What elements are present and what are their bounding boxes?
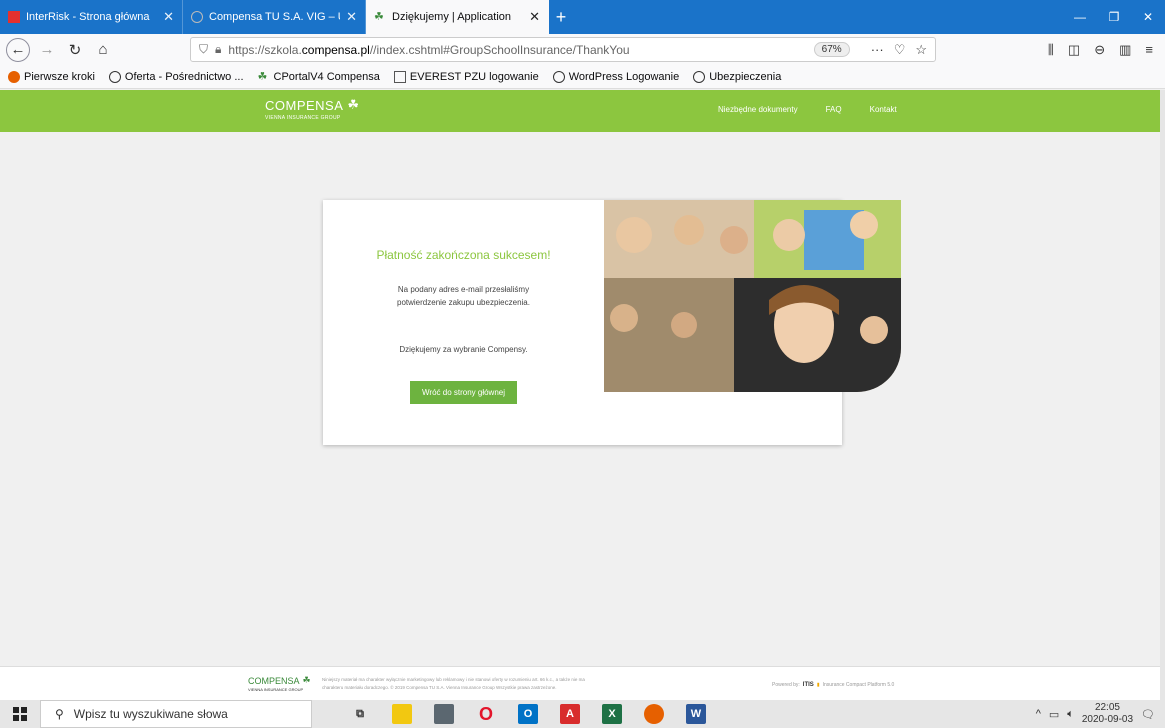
itis-logo-icon: ▮ [816, 682, 820, 688]
site-header: COMPENSA ☘ VIENNA INSURANCE GROUP Niezbęd… [0, 90, 1160, 132]
opera-icon[interactable]: O [476, 704, 496, 724]
bookmark-oferta[interactable]: Oferta - Pośrednictwo ... [108, 70, 244, 83]
powered-by: Powered by: ITIS ▮ Insurance Compact Pla… [772, 682, 895, 688]
windows-icon [13, 707, 27, 721]
back-button[interactable]: ← [6, 37, 30, 62]
nav-contact-link[interactable]: Kontakt [870, 105, 897, 114]
compensa-logo[interactable]: COMPENSA ☘ VIENNA INSURANCE GROUP [265, 97, 360, 121]
pocket-icon[interactable]: ♡ [894, 42, 906, 58]
taskbar-apps: ⧉ O O A X W [350, 704, 706, 724]
chevron-up-icon[interactable]: ^ [1036, 708, 1041, 720]
more-actions-icon[interactable]: ··· [871, 42, 884, 58]
nav-faq-link[interactable]: FAQ [826, 105, 842, 114]
compensa-favicon-icon: ☘ [374, 11, 384, 23]
compensa-leaf-icon: ☘ [302, 675, 311, 685]
thank-you-card: Płatność zakończona sukcesem! Na podany … [323, 200, 901, 445]
header-nav: Niezbędne dokumenty FAQ Kontakt [718, 105, 897, 114]
account-icon[interactable]: ⊖ [1094, 42, 1105, 58]
excel-icon[interactable]: X [602, 704, 622, 724]
tab-interrisk[interactable]: InterRisk - Strona główna ✕ [0, 0, 183, 34]
menu-icon[interactable]: ≡ [1145, 42, 1153, 58]
close-tab-icon[interactable]: ✕ [529, 9, 540, 25]
system-tray: ^ ▭ 🔈︎ 22:05 2020-09-03 🗨︎ [1036, 702, 1165, 726]
word-icon[interactable]: W [686, 704, 706, 724]
main-content: Płatność zakończona sukcesem! Na podany … [0, 132, 1160, 666]
firefox-icon [8, 70, 20, 83]
maximize-icon[interactable]: ❐ [1097, 0, 1131, 34]
minimize-icon[interactable]: — [1063, 0, 1097, 34]
nav-bar: ← → ↻ ⌂ ⛉ 🔒︎ https://szkola.compensa.pl/… [0, 34, 1165, 65]
back-to-home-button[interactable]: Wróć do strony głównej [410, 381, 517, 404]
bookmark-wordpress[interactable]: WordPress Logowanie [552, 70, 679, 83]
window-controls: — ❐ ✕ [1063, 0, 1165, 34]
interrisk-favicon-icon [8, 11, 20, 23]
globe-icon [552, 70, 565, 83]
lock-icon[interactable]: 🔒︎ [215, 42, 221, 57]
bookmark-pierwsze-kroki[interactable]: Pierwsze kroki [8, 70, 95, 83]
new-tab-button[interactable]: + [549, 0, 573, 34]
zoom-level[interactable]: 67% [813, 42, 850, 57]
compensa-icon: ☘ [257, 70, 268, 83]
search-placeholder: Wpisz tu wyszukiwane słowa [73, 707, 228, 721]
loading-favicon-icon [191, 11, 203, 23]
notifications-icon[interactable]: 🗨︎ [1141, 708, 1155, 721]
close-tab-icon[interactable]: ✕ [163, 9, 174, 25]
bookmarks-bar: Pierwsze kroki Oferta - Pośrednictwo ...… [0, 65, 1165, 89]
close-window-icon[interactable]: ✕ [1131, 0, 1165, 34]
file-explorer-icon[interactable] [392, 704, 412, 724]
url-bar[interactable]: ⛉ 🔒︎ https://szkola.compensa.pl//index.c… [190, 37, 936, 62]
thanks-text: Dziękujemy za wybranie Compensy. [399, 345, 528, 354]
students-photo-collage [604, 200, 901, 392]
email-info-line2: potwierdzenie zakupu ubezpieczenia. [397, 298, 530, 307]
tab-thankyou[interactable]: ☘ Dziękujemy | Application ✕ [366, 0, 549, 34]
clock[interactable]: 22:05 2020-09-03 [1082, 702, 1133, 726]
email-info-line1: Na podany adres e-mail przesłaliśmy [397, 285, 530, 294]
footer-logo: COMPENSA ☘ VIENNA INSURANCE GROUP [248, 675, 311, 692]
globe-icon [693, 70, 706, 83]
forward-button[interactable]: → [36, 39, 58, 61]
start-button[interactable] [0, 707, 40, 721]
page-scrollbar[interactable] [1160, 90, 1165, 700]
network-icon[interactable]: ▭ [1049, 708, 1059, 721]
tab-title: Dziękujemy | Application [392, 11, 512, 23]
search-icon: ⚲ [55, 707, 64, 721]
compensa-leaf-icon: ☘ [347, 97, 360, 112]
calculator-icon[interactable] [434, 704, 454, 724]
firefox-icon[interactable] [644, 704, 664, 724]
globe-icon [108, 70, 121, 83]
nav-documents-link[interactable]: Niezbędne dokumenty [718, 105, 798, 114]
success-title: Płatność zakończona sukcesem! [376, 248, 551, 262]
tab-bar: InterRisk - Strona główna ✕ Compensa TU … [0, 0, 1165, 34]
home-button[interactable]: ⌂ [92, 39, 114, 61]
taskbar-search[interactable]: ⚲ Wpisz tu wyszukiwane słowa [40, 700, 312, 728]
footer-disclaimer: Niniejszy materiał ma charakter wyłączni… [322, 677, 585, 690]
tab-title: InterRisk - Strona główna [26, 11, 150, 23]
windows-taskbar: ⚲ Wpisz tu wyszukiwane słowa ⧉ O O A X W… [0, 700, 1165, 728]
acrobat-icon[interactable]: A [560, 704, 580, 724]
bookmark-cportal[interactable]: ☘ CPortalV4 Compensa [258, 71, 380, 83]
collage-image [604, 200, 901, 392]
extension-icon[interactable]: ▥ [1119, 42, 1131, 58]
close-tab-icon[interactable]: ✕ [346, 9, 357, 25]
reload-button[interactable]: ↻ [64, 39, 86, 61]
tab-compensa[interactable]: Compensa TU S.A. VIG – Ubezp ✕ [183, 0, 366, 34]
message-panel: Płatność zakończona sukcesem! Na podany … [323, 200, 604, 404]
bookmark-star-icon[interactable]: ☆ [915, 42, 927, 58]
bookmark-ubezpieczenia[interactable]: Ubezpieczenia [693, 70, 781, 83]
library-icon[interactable]: ⫼ [1048, 42, 1054, 58]
tab-title: Compensa TU S.A. VIG – Ubezp [209, 11, 340, 23]
outlook-icon[interactable]: O [518, 704, 538, 724]
volume-icon[interactable]: 🔈︎ [1067, 708, 1074, 721]
shield-icon[interactable]: ⛉ [199, 42, 208, 57]
site-footer: COMPENSA ☘ VIENNA INSURANCE GROUP Niniejs… [0, 666, 1160, 700]
sidebar-icon[interactable]: ◫ [1068, 42, 1080, 58]
page-icon [393, 70, 406, 83]
url-text: https://szkola.compensa.pl//index.cshtml… [228, 42, 630, 57]
task-view-icon[interactable]: ⧉ [350, 704, 370, 724]
bookmark-everest[interactable]: EVEREST PZU logowanie [393, 70, 539, 83]
